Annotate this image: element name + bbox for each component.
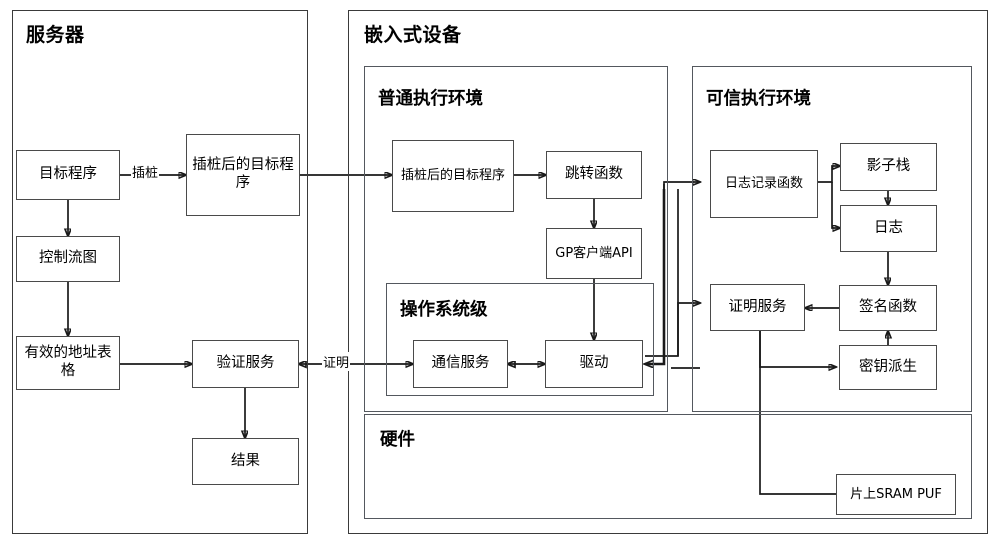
panel-embedded-device-title: 嵌入式设备 [364,24,462,46]
node-log[interactable]: 日志 [840,205,937,252]
node-jump-function-label: 跳转函数 [565,166,623,183]
node-key-derivation[interactable]: 密钥派生 [839,345,937,390]
node-attestation-service[interactable]: 证明服务 [710,284,805,331]
node-target-program[interactable]: 目标程序 [16,150,120,200]
subpanel-trusted-world-title: 可信执行环境 [706,89,811,109]
node-signature-function-label: 签名函数 [859,299,917,316]
node-instrumented-program-device[interactable]: 插桩后的目标程序 [392,140,514,212]
node-instrumented-program-server[interactable]: 插桩后的目标程序 [186,134,300,216]
edge-label-attestation: 证明 [322,352,351,371]
node-control-flow-graph-label: 控制流图 [39,250,97,267]
node-log-label: 日志 [874,219,903,236]
subpanel-hardware-title: 硬件 [380,430,415,450]
subpanel-os-level-title: 操作系统级 [400,300,488,320]
node-communication-service[interactable]: 通信服务 [413,340,508,388]
node-instrumented-program-server-label: 插桩后的目标程序 [192,157,294,191]
diagram-canvas: 服务器 目标程序 插桩后的目标程序 插桩 控制流图 有效的地址表格 验证服务 结… [0,0,1000,542]
node-log-record-function-label: 日志记录函数 [724,176,803,192]
node-result[interactable]: 结果 [192,438,299,485]
subpanel-normal-world-title: 普通执行环境 [378,89,483,109]
node-driver[interactable]: 驱动 [545,340,643,388]
node-control-flow-graph[interactable]: 控制流图 [16,236,120,282]
node-target-program-label: 目标程序 [39,166,97,183]
panel-server-title: 服务器 [26,24,85,46]
node-key-derivation-label: 密钥派生 [859,358,917,375]
edge-label-instrumentation: 插桩 [131,162,160,181]
node-gp-client-api-label: GP客户端API [555,245,633,261]
node-log-record-function[interactable]: 日志记录函数 [710,150,818,218]
node-jump-function[interactable]: 跳转函数 [546,151,642,199]
node-instrumented-program-device-label: 插桩后的目标程序 [400,168,505,184]
node-sram-puf[interactable]: 片上SRAM PUF [836,474,956,515]
node-signature-function[interactable]: 签名函数 [839,285,937,331]
node-verification-service-label: 验证服务 [216,355,275,372]
node-attestation-service-label: 证明服务 [728,298,787,315]
node-communication-service-label: 通信服务 [431,355,490,372]
node-verification-service[interactable]: 验证服务 [192,340,299,388]
node-shadow-stack-label: 影子栈 [866,158,911,175]
node-valid-address-table[interactable]: 有效的地址表格 [16,336,120,390]
node-valid-address-table-label: 有效的地址表格 [24,345,112,379]
node-result-label: 结果 [231,452,260,469]
node-driver-label: 驱动 [579,355,609,372]
node-gp-client-api[interactable]: GP客户端API [546,228,642,279]
node-shadow-stack[interactable]: 影子栈 [840,143,937,191]
node-sram-puf-label: 片上SRAM PUF [850,486,942,502]
